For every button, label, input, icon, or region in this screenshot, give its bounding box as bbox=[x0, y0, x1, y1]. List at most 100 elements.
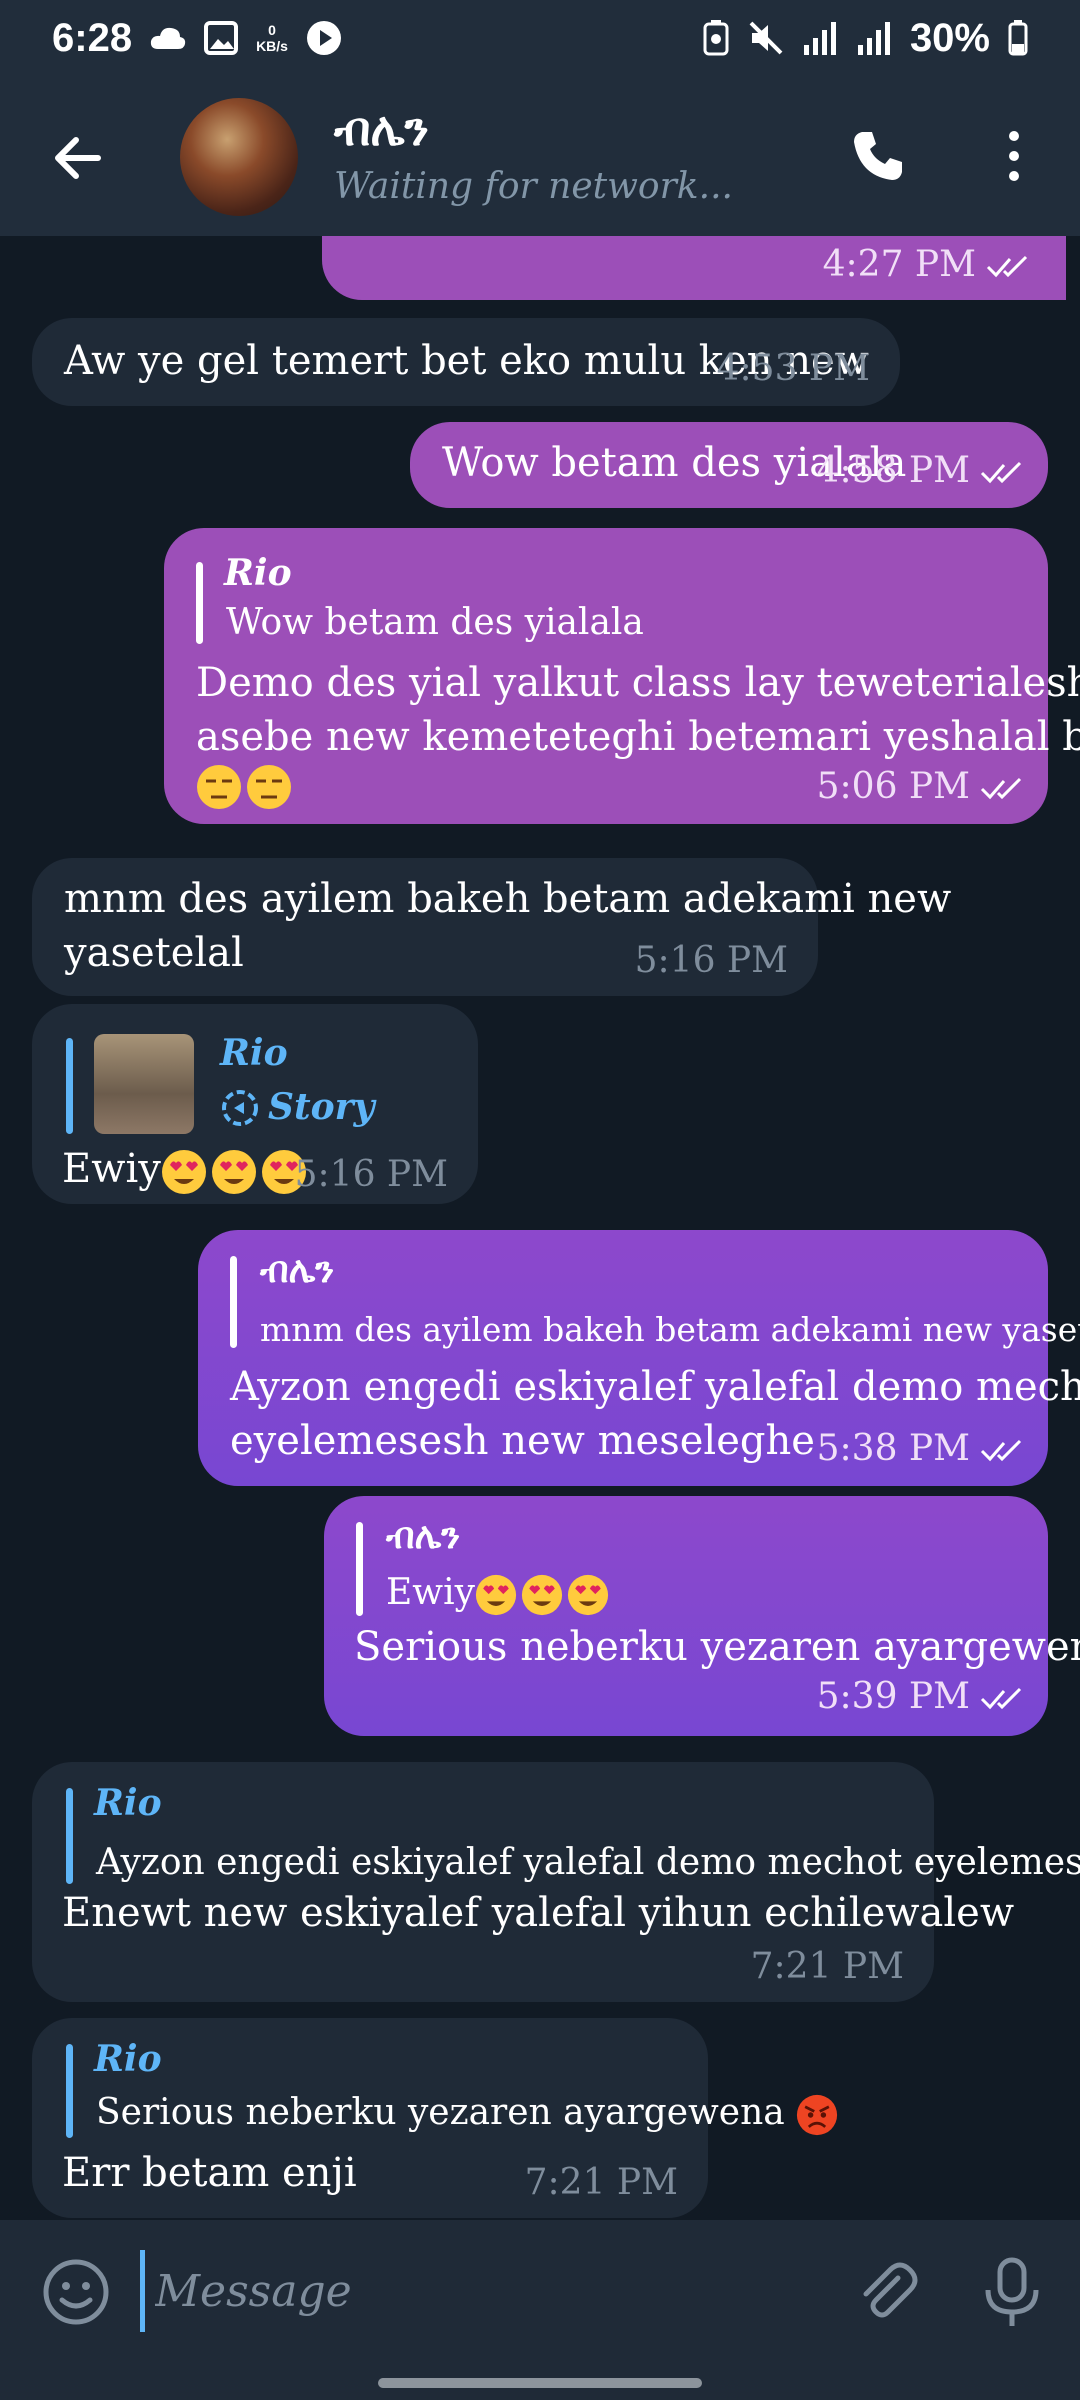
message-bubble-outgoing[interactable]: ብሌን Ewiy Serious neberku yezaren ayargew… bbox=[324, 1496, 1080, 1736]
message-text-line: yasetelal bbox=[64, 930, 244, 976]
cloud-icon bbox=[150, 27, 186, 49]
mic-icon[interactable] bbox=[980, 2256, 1044, 2328]
status-bar: 6:28 0 KB/s 30% bbox=[0, 0, 1080, 76]
phone-icon[interactable] bbox=[848, 126, 908, 186]
reply-author: Rio bbox=[220, 1032, 288, 1074]
emoji-icon[interactable] bbox=[40, 2256, 112, 2328]
message-bubble-outgoing[interactable]: ብሌን mnm des ayilem bakeh betam adekami n… bbox=[198, 1230, 1080, 1486]
reply-text: Story bbox=[268, 1086, 375, 1128]
message-time: 4:53 PM bbox=[716, 348, 870, 389]
reply-bar bbox=[66, 1038, 73, 1134]
status-time: 6:28 bbox=[52, 15, 133, 60]
double-check-icon bbox=[980, 461, 1022, 484]
reply-author: ብሌን bbox=[260, 1250, 335, 1291]
message-bubble-outgoing[interactable]: Rio Wow betam des yialala Demo des yial … bbox=[164, 528, 1080, 824]
heart-eyes-emoji-icon bbox=[475, 1574, 517, 1616]
message-text-content: Serious neberku yezaren ayargewena bbox=[354, 1624, 1080, 1670]
message-bubble-incoming[interactable]: Rio Story Ewiy 5:16 PM bbox=[32, 1004, 478, 1204]
message-input-bar bbox=[0, 2220, 1080, 2400]
time-text: 5:39 PM bbox=[816, 1676, 970, 1717]
unamused-emoji-icon bbox=[197, 765, 241, 809]
net-speed-value: 0 bbox=[268, 22, 276, 38]
message-time: 5:16 PM bbox=[294, 1154, 448, 1195]
message-text-line: Demo des yial yalkut class lay teweteria… bbox=[196, 660, 1080, 706]
contact-name[interactable]: ብሌን bbox=[334, 102, 429, 158]
net-speed: 0 KB/s bbox=[256, 22, 288, 54]
chat-list[interactable]: 4:27 PM Aw ye gel temert bet eko mulu ke… bbox=[0, 236, 1080, 2220]
play-icon bbox=[306, 21, 341, 55]
message-text-line: asebe new kemeteteghi betemari yeshalal … bbox=[196, 714, 1080, 760]
message-bubble-incoming[interactable]: Aw ye gel temert bet eko mulu ken new 4:… bbox=[32, 318, 900, 406]
reply-bar bbox=[230, 1256, 237, 1348]
time-text: 4:58 PM bbox=[816, 450, 970, 491]
message-text-line: eyelemesesh new meseleghe bbox=[230, 1418, 815, 1464]
battery-icon bbox=[1008, 20, 1028, 56]
message-bubble-outgoing[interactable]: Wow betam des yialala 4:58 PM bbox=[410, 422, 1048, 508]
story-thumbnail[interactable] bbox=[94, 1034, 194, 1134]
reply-text: mnm des ayilem bakeh betam adekami new y… bbox=[260, 1310, 1080, 1349]
angry-emoji-icon bbox=[797, 2094, 838, 2136]
chat-header: ብሌን Waiting for network... bbox=[0, 76, 1080, 236]
message-text: Err betam enji bbox=[62, 2150, 357, 2196]
reply-text: Serious neberku yezaren ayargewena bbox=[96, 2092, 842, 2136]
heart-eyes-emoji-icon bbox=[211, 1150, 256, 1194]
paperclip-icon[interactable] bbox=[850, 2256, 922, 2328]
message-input[interactable] bbox=[140, 2250, 837, 2332]
back-arrow-icon[interactable] bbox=[48, 128, 108, 188]
message-time: 7:21 PM bbox=[750, 1946, 904, 1987]
reply-author: ብሌን bbox=[386, 1516, 461, 1557]
message-time: 5:38 PM bbox=[817, 1428, 1026, 1469]
reply-text: Ayzon engedi eskiyalef yalefal demo mech… bbox=[96, 1842, 1080, 1883]
message-text: Serious neberku yezaren ayargewena bbox=[354, 1620, 1080, 1674]
heart-eyes-emoji-icon bbox=[161, 1150, 206, 1194]
reply-author: Rio bbox=[224, 552, 292, 594]
reply-text-content: Ewiy bbox=[386, 1572, 475, 1613]
reply-text-content: Serious neberku yezaren ayargewena bbox=[96, 2092, 785, 2133]
message-text-line: mnm des ayilem bakeh betam adekami new bbox=[64, 876, 952, 922]
reply-bar bbox=[66, 1788, 73, 1884]
double-check-icon bbox=[980, 777, 1022, 800]
time-text: 4:27 PM bbox=[822, 244, 976, 285]
emoji-row bbox=[196, 764, 296, 810]
mute-icon bbox=[749, 21, 783, 55]
more-vert-icon[interactable] bbox=[994, 126, 1034, 186]
unamused-emoji-icon bbox=[247, 765, 291, 809]
reply-bar bbox=[66, 2044, 73, 2138]
net-speed-unit: KB/s bbox=[256, 38, 288, 54]
time-text: 5:38 PM bbox=[816, 1428, 970, 1469]
message-time: 5:06 PM bbox=[817, 766, 1026, 807]
message-bubble-outgoing[interactable]: 4:27 PM bbox=[322, 236, 1066, 300]
heart-eyes-emoji-icon bbox=[567, 1574, 609, 1616]
message-text: Ewiy bbox=[62, 1142, 311, 1196]
battery-percent: 30% bbox=[909, 15, 990, 60]
story-reply-icon bbox=[220, 1088, 260, 1132]
connection-status: Waiting for network... bbox=[334, 166, 733, 207]
message-time: 5:39 PM bbox=[817, 1676, 1026, 1717]
reply-author: Rio bbox=[94, 1782, 162, 1824]
message-text: Enewt new eskiyalef yalefal yihun echile… bbox=[62, 1890, 1015, 1936]
reply-author: Rio bbox=[94, 2038, 162, 2080]
message-time: 4:27 PM bbox=[823, 244, 1032, 285]
gallery-icon bbox=[204, 21, 239, 55]
reply-text: Wow betam des yialala bbox=[226, 602, 644, 643]
message-text-content: Ewiy bbox=[62, 1146, 161, 1192]
reply-text: Ewiy bbox=[386, 1572, 613, 1616]
signal-icon-2 bbox=[857, 22, 890, 55]
home-indicator[interactable] bbox=[378, 2378, 702, 2388]
heart-eyes-emoji-icon bbox=[521, 1574, 563, 1616]
message-time: 5:16 PM bbox=[634, 940, 788, 981]
reply-bar bbox=[356, 1522, 363, 1616]
message-time: 7:21 PM bbox=[524, 2162, 678, 2203]
double-check-icon bbox=[980, 1439, 1022, 1462]
battery-saver-icon bbox=[703, 20, 729, 56]
message-time: 4:58 PM bbox=[817, 450, 1026, 491]
reply-bar bbox=[196, 562, 203, 644]
message-text-line: Ayzon engedi eskiyalef yalefal demo mech… bbox=[230, 1364, 1080, 1410]
avatar[interactable] bbox=[180, 98, 298, 216]
time-text: 5:06 PM bbox=[816, 766, 970, 807]
message-bubble-incoming[interactable]: Rio Ayzon engedi eskiyalef yalefal demo … bbox=[32, 1762, 1080, 2002]
double-check-icon bbox=[986, 255, 1028, 278]
signal-icon bbox=[803, 22, 836, 55]
message-bubble-incoming[interactable]: mnm des ayilem bakeh betam adekami new y… bbox=[32, 858, 951, 996]
message-bubble-incoming[interactable]: Rio Serious neberku yezaren ayargewena E… bbox=[32, 2018, 838, 2218]
